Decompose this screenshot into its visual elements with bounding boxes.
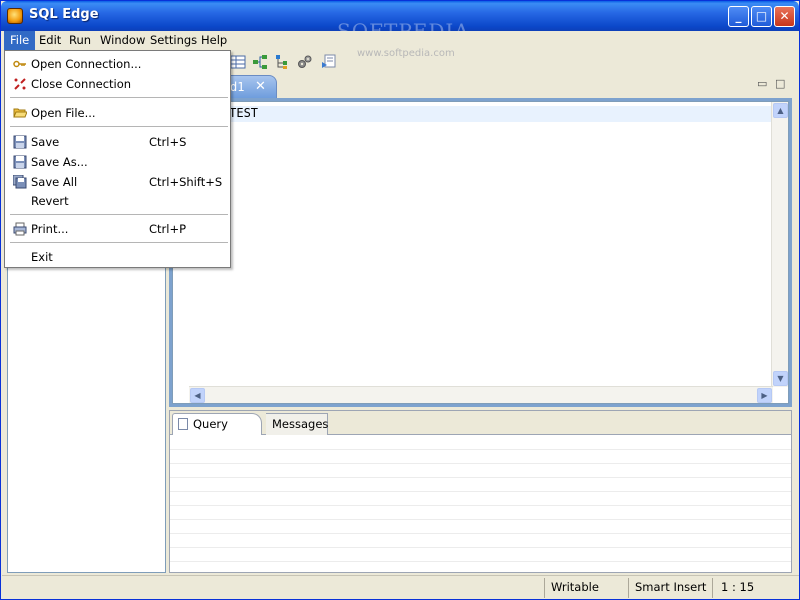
editor-frame: edia TEST ▲ ▼ ◀ ▶ — [169, 98, 792, 407]
menu-file[interactable]: File — [4, 31, 36, 50]
menu-separator — [10, 214, 228, 215]
horizontal-scrollbar[interactable]: ◀ ▶ — [189, 386, 773, 403]
result-panel: Query Result Messages — [169, 410, 792, 573]
minimize-button[interactable]: _ — [728, 6, 749, 27]
close-icon: ✕ — [779, 9, 790, 23]
menu-item-shortcut: Ctrl+Shift+S — [149, 175, 223, 189]
maximize-icon: □ — [755, 9, 768, 23]
disconnect-icon — [14, 78, 26, 90]
floppy-disk-icon — [13, 135, 27, 149]
menu-item-open-file[interactable]: Open File... — [6, 103, 229, 123]
menu-item-shortcut: Ctrl+S — [149, 135, 187, 149]
editor-tab-label: d1 — [230, 80, 245, 94]
title-bar[interactable]: SQL Edge SOFTPEDIA _ □ ✕ — [1, 1, 799, 43]
relation-tree-icon[interactable] — [252, 54, 268, 70]
menu-item-label: Open Connection... — [31, 57, 142, 71]
watermark-url: www.softpedia.com — [357, 48, 455, 59]
folder-open-icon — [13, 108, 27, 118]
tab-query-result[interactable]: Query Result — [172, 413, 262, 451]
editor-tab-bar: d1 ✕ ▭ □ — [169, 75, 792, 99]
menu-help[interactable]: Help — [195, 31, 233, 50]
tab-messages[interactable]: Messages — [266, 413, 328, 435]
floppy-disk-as-icon — [13, 155, 27, 169]
menu-item-label: Print... — [31, 222, 69, 236]
panel-maximize-icon[interactable]: □ — [775, 78, 785, 89]
menu-item-print[interactable]: Print... Ctrl+P — [6, 219, 229, 239]
app-window: SQL Edge SOFTPEDIA _ □ ✕ File Edit Run W… — [0, 0, 800, 600]
close-button[interactable]: ✕ — [774, 6, 795, 27]
scroll-down-arrow-icon[interactable]: ▼ — [773, 371, 788, 386]
menu-item-shortcut: Ctrl+P — [149, 222, 187, 236]
menu-item-save-as[interactable]: Save As... — [6, 152, 229, 172]
menu-item-close-connection[interactable]: Close Connection — [6, 74, 229, 94]
menu-item-exit[interactable]: Exit — [6, 247, 229, 267]
menu-separator — [10, 97, 228, 98]
menu-window[interactable]: Window — [94, 31, 151, 50]
sql-editor[interactable]: edia TEST ▲ ▼ ◀ ▶ — [172, 101, 789, 404]
menu-run[interactable]: Run — [63, 31, 97, 50]
key-connect-icon — [13, 60, 26, 68]
vertical-scrollbar[interactable]: ▲ ▼ — [771, 102, 788, 387]
file-menu-dropdown: Open Connection... Close Connection Open… — [4, 50, 231, 268]
menu-item-open-connection[interactable]: Open Connection... — [6, 54, 229, 74]
menu-item-save-all[interactable]: Save All Ctrl+Shift+S — [6, 172, 229, 192]
app-icon[interactable] — [7, 8, 23, 24]
menu-item-save[interactable]: Save Ctrl+S — [6, 132, 229, 152]
menu-item-label: Save As... — [31, 155, 88, 169]
scroll-right-arrow-icon[interactable]: ▶ — [757, 388, 772, 403]
menu-item-label: Save — [31, 135, 60, 149]
menu-separator — [10, 126, 228, 127]
document-icon — [178, 418, 188, 430]
tab-messages-label: Messages — [272, 417, 329, 431]
menu-item-label: Open File... — [31, 106, 96, 120]
status-cursor-position: 1 : 15 — [712, 578, 798, 598]
menu-separator — [10, 242, 228, 243]
status-bar: Writable Smart Insert 1 : 15 — [2, 575, 799, 599]
gears-icon[interactable] — [297, 54, 313, 70]
printer-icon — [13, 222, 27, 236]
result-tab-bar: Query Result Messages — [170, 411, 791, 451]
minimize-icon: _ — [735, 9, 742, 23]
floppy-disk-multi-icon — [13, 175, 27, 189]
tab-close-icon[interactable]: ✕ — [255, 76, 266, 98]
run-script-icon[interactable] — [320, 54, 336, 70]
window-title: SQL Edge — [29, 7, 99, 22]
current-line-highlight — [189, 106, 773, 122]
menu-item-label: Revert — [31, 194, 69, 208]
menu-item-label: Close Connection — [31, 77, 132, 91]
menu-item-label: Save All — [31, 175, 78, 189]
panel-minimize-icon[interactable]: ▭ — [757, 78, 767, 89]
scroll-left-arrow-icon[interactable]: ◀ — [190, 388, 205, 403]
maximize-button[interactable]: □ — [751, 6, 772, 27]
query-result-grid[interactable] — [170, 436, 791, 572]
menu-item-revert[interactable]: Revert — [6, 191, 229, 211]
status-writable: Writable — [544, 578, 626, 598]
status-insert-mode: Smart Insert — [628, 578, 710, 598]
hierarchy-icon[interactable] — [274, 54, 290, 70]
table-icon[interactable] — [230, 54, 246, 70]
menu-item-label: Exit — [31, 250, 53, 264]
scroll-up-arrow-icon[interactable]: ▲ — [773, 103, 788, 118]
